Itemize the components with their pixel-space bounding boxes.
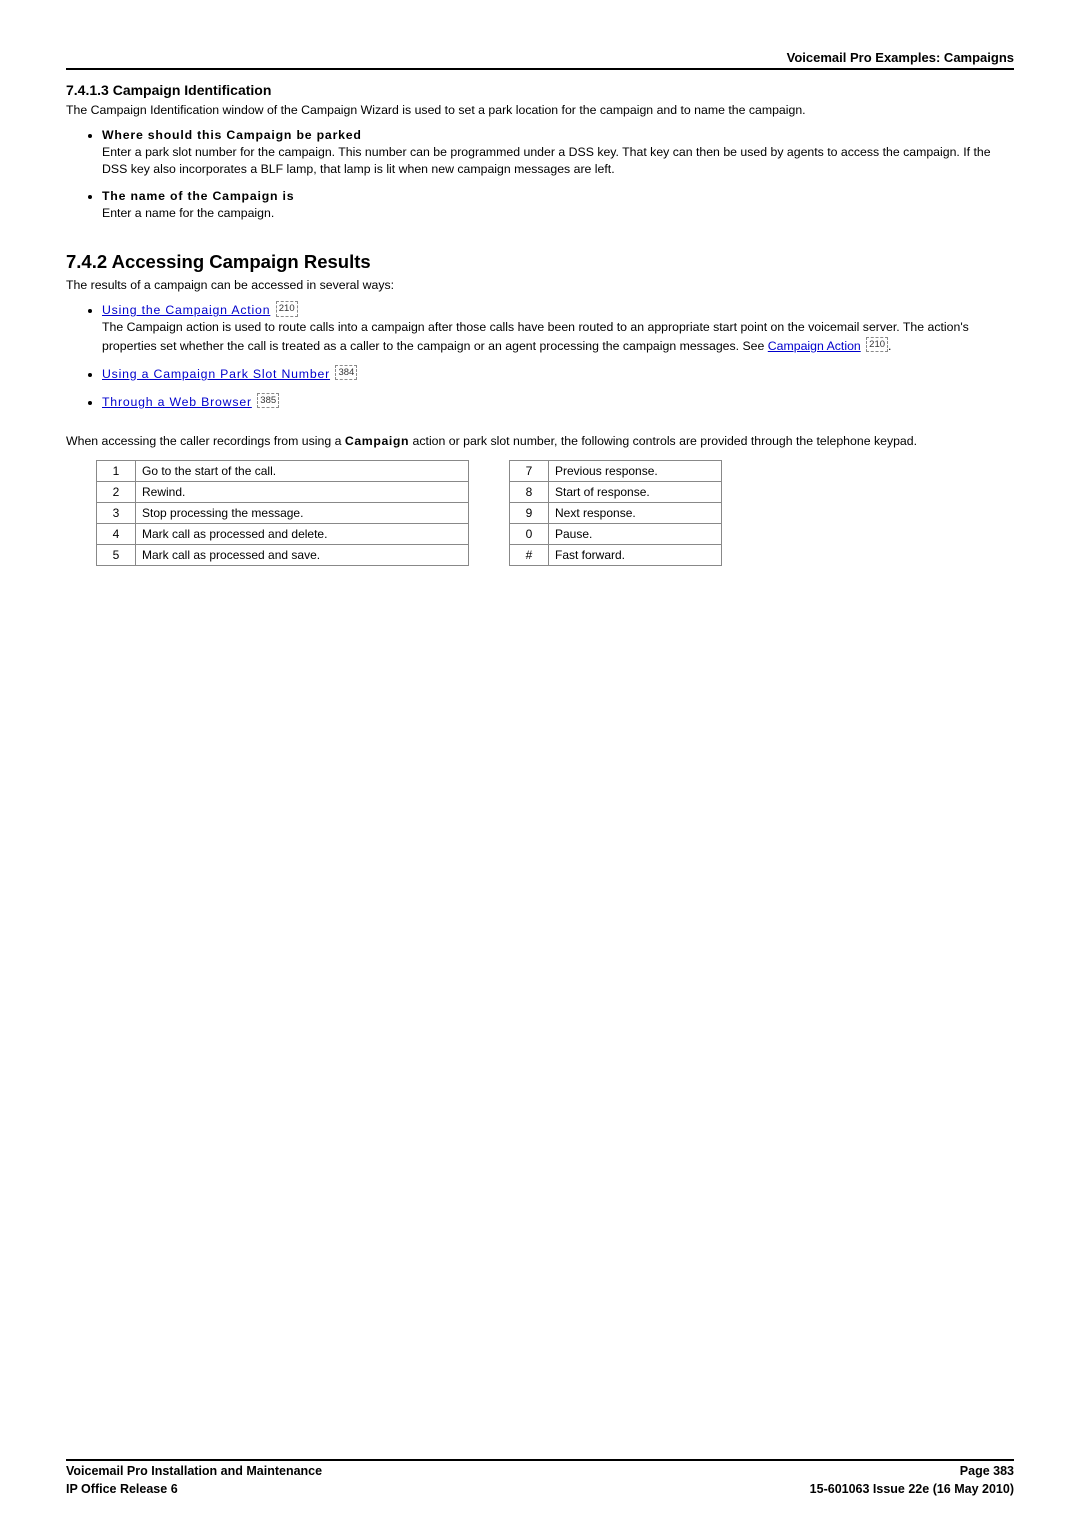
footer-rule (66, 1459, 1014, 1461)
keypad-intro-bold: Campaign (345, 434, 409, 448)
keypad-key: 2 (97, 481, 136, 502)
keypad-key: 1 (97, 460, 136, 481)
keypad-key: # (510, 544, 549, 565)
page-content: Voicemail Pro Examples: Campaigns 7.4.1.… (0, 0, 1080, 1528)
table-row: 2Rewind. (97, 481, 469, 502)
table-row: 1Go to the start of the call. (97, 460, 469, 481)
list-item-lead: Where should this Campaign be parked (102, 128, 362, 142)
keypad-desc: Mark call as processed and save. (136, 544, 469, 565)
page-footer: Voicemail Pro Installation and Maintenan… (66, 1459, 1014, 1498)
table-row: 3Stop processing the message. (97, 502, 469, 523)
list-item-lead: The name of the Campaign is (102, 189, 294, 203)
keypad-intro: When accessing the caller recordings fro… (66, 433, 1014, 450)
list-item: Where should this Campaign be parked Ent… (102, 127, 1014, 179)
keypad-intro-post: action or park slot number, the followin… (409, 434, 917, 448)
keypad-desc: Start of response. (549, 481, 722, 502)
section-title-7-4-1-3: 7.4.1.3 Campaign Identification (66, 82, 1014, 98)
table-row: #Fast forward. (510, 544, 722, 565)
keypad-desc: Previous response. (549, 460, 722, 481)
table-row: 0Pause. (510, 523, 722, 544)
section-7-4-2-list: Using the Campaign Action 210 The Campai… (66, 301, 1014, 411)
keypad-key: 7 (510, 460, 549, 481)
page-ref: 385 (257, 393, 279, 408)
keypad-desc: Stop processing the message. (136, 502, 469, 523)
list-item: The name of the Campaign is Enter a name… (102, 188, 1014, 222)
footer-left-1: Voicemail Pro Installation and Maintenan… (66, 1463, 322, 1481)
table-row: 5Mark call as processed and save. (97, 544, 469, 565)
section-intro-7-4-1-3: The Campaign Identification window of th… (66, 102, 1014, 119)
table-gap (469, 460, 509, 566)
table-row: 8Start of response. (510, 481, 722, 502)
list-item: Through a Web Browser 385 (102, 393, 1014, 411)
table-row: 4Mark call as processed and delete. (97, 523, 469, 544)
keypad-table-left: 1Go to the start of the call.2Rewind.3St… (96, 460, 469, 566)
list-item-body: Enter a name for the campaign. (102, 206, 274, 220)
footer-left-2: IP Office Release 6 (66, 1481, 178, 1499)
page-ref: 210 (866, 337, 888, 352)
keypad-intro-pre: When accessing the caller recordings fro… (66, 434, 345, 448)
keypad-key: 5 (97, 544, 136, 565)
page-ref: 210 (276, 301, 298, 316)
page-ref: 384 (335, 365, 357, 380)
keypad-table-wrap: 1Go to the start of the call.2Rewind.3St… (66, 460, 1014, 566)
list-item-body-post: . (888, 339, 891, 353)
keypad-desc: Pause. (549, 523, 722, 544)
footer-right-2: 15-601063 Issue 22e (16 May 2010) (810, 1481, 1014, 1499)
keypad-key: 9 (510, 502, 549, 523)
table-row: 9Next response. (510, 502, 722, 523)
keypad-table-right: 7Previous response.8Start of response.9N… (509, 460, 722, 566)
keypad-desc: Next response. (549, 502, 722, 523)
keypad-key: 0 (510, 523, 549, 544)
list-item: Using a Campaign Park Slot Number 384 (102, 365, 1014, 383)
section-7-4-1-3-list: Where should this Campaign be parked Ent… (66, 127, 1014, 223)
keypad-key: 3 (97, 502, 136, 523)
link-through-web-browser[interactable]: Through a Web Browser (102, 395, 252, 409)
keypad-desc: Mark call as processed and delete. (136, 523, 469, 544)
section-intro-7-4-2: The results of a campaign can be accesse… (66, 277, 1014, 294)
link-using-park-slot[interactable]: Using a Campaign Park Slot Number (102, 367, 330, 381)
list-item-body: Enter a park slot number for the campaig… (102, 145, 991, 176)
keypad-desc: Fast forward. (549, 544, 722, 565)
keypad-desc: Go to the start of the call. (136, 460, 469, 481)
keypad-key: 4 (97, 523, 136, 544)
link-using-campaign-action[interactable]: Using the Campaign Action (102, 303, 270, 317)
keypad-key: 8 (510, 481, 549, 502)
header-breadcrumb: Voicemail Pro Examples: Campaigns (66, 50, 1014, 70)
footer-right-1: Page 383 (960, 1463, 1014, 1481)
section-title-7-4-2: 7.4.2 Accessing Campaign Results (66, 251, 1014, 273)
keypad-desc: Rewind. (136, 481, 469, 502)
list-item: Using the Campaign Action 210 The Campai… (102, 301, 1014, 355)
table-row: 7Previous response. (510, 460, 722, 481)
link-campaign-action-inline[interactable]: Campaign Action (768, 339, 861, 353)
